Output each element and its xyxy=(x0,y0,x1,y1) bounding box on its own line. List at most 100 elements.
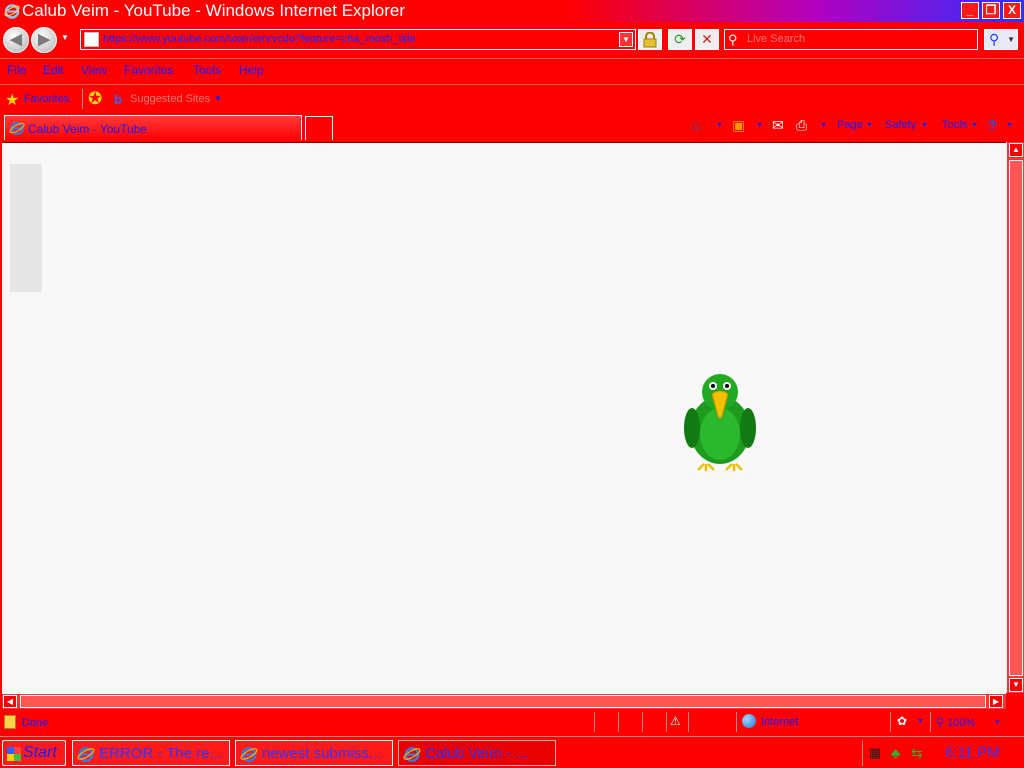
favorites-bar: ★ Favorites ✪ b Suggested Sites ▼ xyxy=(0,84,1024,112)
forward-button[interactable]: ▶ xyxy=(31,27,57,53)
horizontal-scrollbar[interactable]: ◀ ▶ xyxy=(2,693,1006,709)
page-content xyxy=(2,142,1006,693)
address-dropdown-button[interactable]: ▼ xyxy=(619,32,633,47)
status-pane xyxy=(594,712,618,732)
status-pane xyxy=(688,712,736,732)
page-menu[interactable]: Page xyxy=(837,119,863,131)
search-options-dropdown-icon[interactable]: ▼ xyxy=(1007,35,1015,44)
suggested-sites-dropdown-icon[interactable]: ▼ xyxy=(214,94,222,103)
keyboard-icon[interactable]: ▦ xyxy=(869,745,885,761)
parrot-image xyxy=(684,374,756,471)
status-bar: Done ⚠ Internet ✿ ▼ ⚲ 100% ▼ xyxy=(0,710,1024,734)
help-dropdown-icon[interactable]: ▼ xyxy=(1006,122,1013,129)
clock[interactable]: 6:11 PM xyxy=(945,744,1000,761)
security-zone-pane[interactable] xyxy=(736,712,890,732)
menu-favorites[interactable]: Favorites xyxy=(124,63,173,77)
menu-view[interactable]: View xyxy=(81,63,107,77)
home-dropdown-icon[interactable]: ▼ xyxy=(716,122,723,129)
address-bar[interactable]: https://www.youtube.com/user/emrvcdo?fea… xyxy=(80,29,636,50)
tab-row: Calub Veim - YouTube ⌂ ▼ ▣ ▼ ✉ ⎙ ▼ Page … xyxy=(0,112,1024,142)
safety-dropdown-icon[interactable]: ▼ xyxy=(921,122,928,129)
print-icon[interactable]: ⎙ xyxy=(796,117,807,134)
start-button[interactable]: Start xyxy=(2,740,66,766)
scroll-right-button[interactable]: ▶ xyxy=(989,695,1003,708)
zoom-value: 100% xyxy=(947,717,976,729)
menu-file[interactable]: File xyxy=(7,63,26,77)
scroll-up-button[interactable]: ▲ xyxy=(1009,143,1023,157)
feeds-dropdown-icon[interactable]: ▼ xyxy=(756,122,763,129)
title-bar: Calub Veim - YouTube - Windows Internet … xyxy=(0,0,1024,22)
search-button[interactable]: ⚲ ▼ xyxy=(984,29,1018,50)
address-text[interactable]: https://www.youtube.com/user/emrvcdo?fea… xyxy=(103,33,613,45)
taskbar-item-newest[interactable]: newest submiss... xyxy=(235,740,393,766)
security-lock-button[interactable] xyxy=(638,29,662,50)
recent-pages-dropdown-icon[interactable]: ▼ xyxy=(61,33,71,43)
menu-edit[interactable]: Edit xyxy=(43,63,64,77)
ie-logo-icon xyxy=(4,4,20,19)
close-button[interactable]: X xyxy=(1003,2,1021,19)
add-to-favorites-icon[interactable]: ✪ xyxy=(88,89,102,109)
tray-app-icon[interactable]: ♣ xyxy=(891,745,907,761)
taskbar-item-error[interactable]: ERROR - The re... xyxy=(72,740,230,766)
home-icon[interactable]: ⌂ xyxy=(692,117,700,133)
maximize-button[interactable]: ❐ xyxy=(982,2,1000,19)
print-dropdown-icon[interactable]: ▼ xyxy=(820,122,827,129)
popup-blocker-pane[interactable]: ⚠ xyxy=(666,712,688,732)
tools-dropdown-icon[interactable]: ▼ xyxy=(971,122,978,129)
bing-icon: b xyxy=(114,92,122,107)
ie-taskbar-icon xyxy=(403,747,421,762)
search-input[interactable]: Live Search xyxy=(747,33,805,45)
page-dropdown-icon[interactable]: ▼ xyxy=(866,122,873,129)
protected-mode-dropdown-icon[interactable]: ▼ xyxy=(917,718,924,725)
taskbar-item-calub-veim[interactable]: Calub Veim - ... xyxy=(398,740,556,766)
stop-icon: ✕ xyxy=(701,31,713,47)
zoom-dropdown-icon[interactable]: ▼ xyxy=(994,719,1001,726)
suggested-sites-link[interactable]: Suggested Sites xyxy=(130,93,210,105)
safety-menu[interactable]: Safety xyxy=(885,119,916,131)
stop-button[interactable]: ✕ xyxy=(695,29,719,50)
scroll-down-button[interactable]: ▼ xyxy=(1009,678,1023,692)
menu-bar: File Edit View Favorites Tools Help xyxy=(0,58,1024,82)
window-title: Calub Veim - YouTube - Windows Internet … xyxy=(22,1,406,20)
taskbar-item-label: ERROR - The re... xyxy=(99,745,223,762)
favorites-button[interactable]: Favorites xyxy=(24,93,69,105)
taskbar: Start ERROR - The re... newest submiss..… xyxy=(0,736,1024,768)
status-pane xyxy=(618,712,642,732)
status-text: Done xyxy=(22,717,49,729)
vertical-scrollbar[interactable]: ▲ ▼ xyxy=(1006,142,1024,693)
vertical-scroll-thumb[interactable] xyxy=(1009,160,1023,676)
back-button[interactable]: ◀ xyxy=(3,27,29,53)
help-icon[interactable]: ? xyxy=(988,117,997,133)
favorites-star-icon[interactable]: ★ xyxy=(5,90,19,110)
menu-tools[interactable]: Tools xyxy=(193,63,221,77)
start-label: Start xyxy=(23,744,57,761)
zoom-level[interactable]: ⚲ 100% xyxy=(936,716,975,729)
tab-youtube[interactable]: Calub Veim - YouTube xyxy=(4,115,302,140)
navigation-bar: ◀ ▶ ▼ https://www.youtube.com/user/emrvc… xyxy=(0,22,1024,58)
page-icon xyxy=(84,32,99,47)
tab-label: Calub Veim - YouTube xyxy=(28,122,147,136)
security-zone-label: Internet xyxy=(761,716,799,728)
internet-zone-icon xyxy=(742,714,756,728)
search-box[interactable]: ⚲ Live Search xyxy=(724,29,978,50)
zoom-magnifier-icon: ⚲ xyxy=(936,717,945,729)
feeds-icon[interactable]: ▣ xyxy=(732,117,745,134)
back-arrow-icon: ◀ xyxy=(10,31,22,48)
refresh-button[interactable]: ⟳ xyxy=(668,29,692,50)
read-mail-icon[interactable]: ✉ xyxy=(772,117,784,134)
protected-mode-pane[interactable]: ✿ ▼ xyxy=(890,712,930,732)
tools-menu[interactable]: Tools xyxy=(942,119,968,131)
status-pane xyxy=(642,712,666,732)
menu-help[interactable]: Help xyxy=(239,63,264,77)
new-tab-button[interactable] xyxy=(305,116,333,140)
network-icon[interactable]: ⇆ xyxy=(911,745,927,761)
lock-icon xyxy=(643,31,657,48)
scroll-left-button[interactable]: ◀ xyxy=(3,695,17,708)
ie-taskbar-icon xyxy=(77,747,95,762)
horizontal-scroll-thumb[interactable] xyxy=(20,695,986,708)
minimize-button[interactable]: _ xyxy=(961,2,979,19)
protected-mode-icon: ✿ xyxy=(897,714,908,728)
popup-blocked-icon: ⚠ xyxy=(670,714,681,728)
favorites-separator xyxy=(82,89,83,109)
ie-page-icon xyxy=(9,121,25,136)
